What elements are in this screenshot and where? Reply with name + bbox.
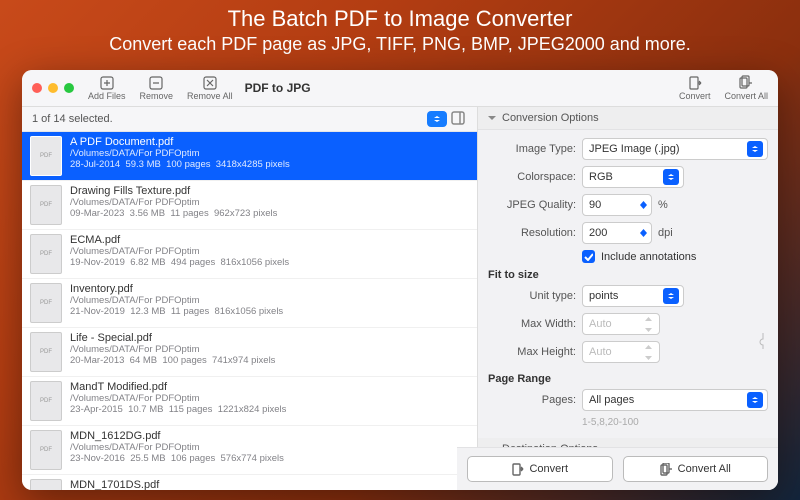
file-name: MDN_1701DS.pdf: [70, 479, 469, 490]
image-type-label: Image Type:: [488, 143, 576, 155]
convert-button[interactable]: Convert: [467, 456, 613, 482]
file-meta: 19-Nov-2019 6.82 MB 494 pages 816x1056 p…: [70, 257, 469, 268]
add-files-button[interactable]: Add Files: [88, 75, 126, 101]
file-row[interactable]: PDF Drawing Fills Texture.pdf /Volumes/D…: [22, 181, 477, 230]
file-meta: 21-Nov-2019 12.3 MB 11 pages 816x1056 pi…: [70, 306, 469, 317]
file-row[interactable]: PDF MDN_1701DS.pdf /Volumes/DATA/For PDF…: [22, 475, 477, 490]
expand-icon: [451, 111, 465, 125]
jpeg-quality-unit: %: [658, 199, 668, 211]
close-icon[interactable]: [32, 83, 42, 93]
file-row[interactable]: PDF Inventory.pdf /Volumes/DATA/For PDFO…: [22, 279, 477, 328]
pages-select[interactable]: All pages: [582, 389, 768, 411]
chevron-down-icon: [488, 114, 496, 122]
unit-type-label: Unit type:: [488, 290, 576, 302]
minus-square-icon: [148, 75, 164, 91]
file-row[interactable]: PDF Life - Special.pdf /Volumes/DATA/For…: [22, 328, 477, 377]
file-row[interactable]: PDF ECMA.pdf /Volumes/DATA/For PDFOptim …: [22, 230, 477, 279]
export-doc-icon: [511, 463, 524, 476]
max-width-label: Max Width:: [488, 318, 576, 330]
file-path: /Volumes/DATA/For PDFOptim: [70, 344, 469, 355]
file-thumb-icon: PDF: [30, 332, 62, 372]
max-width-input[interactable]: Auto: [582, 313, 660, 335]
hero-subtitle: Convert each PDF page as JPG, TIFF, PNG,…: [0, 34, 800, 55]
file-name: ECMA.pdf: [70, 234, 469, 246]
file-row[interactable]: PDF MDN_1612DG.pdf /Volumes/DATA/For PDF…: [22, 426, 477, 475]
include-annotations-checkbox[interactable]: [582, 250, 595, 263]
max-height-input[interactable]: Auto: [582, 341, 660, 363]
resolution-stepper[interactable]: 200: [582, 222, 652, 244]
app-window: Add Files Remove Remove All PDF to JPG C…: [22, 70, 778, 490]
file-name: Life - Special.pdf: [70, 332, 469, 344]
fit-to-size-header: Fit to size: [488, 269, 768, 281]
zoom-icon[interactable]: [64, 83, 74, 93]
file-path: /Volumes/DATA/For PDFOptim: [70, 246, 469, 257]
file-row[interactable]: PDF A PDF Document.pdf /Volumes/DATA/For…: [22, 132, 477, 181]
file-thumb-icon: PDF: [30, 234, 62, 274]
file-thumb-icon: PDF: [30, 479, 62, 490]
export-docs-icon: [660, 463, 673, 476]
jpeg-quality-stepper[interactable]: 90: [582, 194, 652, 216]
file-path: /Volumes/DATA/For PDFOptim: [70, 148, 469, 159]
convert-all-button[interactable]: Convert All: [623, 456, 769, 482]
hero-title: The Batch PDF to Image Converter: [0, 0, 800, 32]
file-path: /Volumes/DATA/For PDFOptim: [70, 393, 469, 404]
export-docs-icon: [738, 75, 754, 91]
link-dimensions-icon[interactable]: [758, 330, 768, 352]
include-annotations-label: Include annotations: [601, 251, 696, 263]
file-thumb-icon: PDF: [30, 136, 62, 176]
expand-panel-button[interactable]: [451, 111, 467, 127]
conversion-options-header[interactable]: Conversion Options: [478, 107, 778, 130]
file-thumb-icon: PDF: [30, 381, 62, 421]
remove-all-button[interactable]: Remove All: [187, 75, 233, 101]
file-path: /Volumes/DATA/For PDFOptim: [70, 442, 469, 453]
chevron-updown-icon: [667, 292, 675, 300]
filter-toggle-button[interactable]: [427, 111, 447, 127]
file-list[interactable]: PDF A PDF Document.pdf /Volumes/DATA/For…: [22, 132, 477, 490]
check-icon: [584, 252, 593, 261]
pages-label: Pages:: [488, 394, 576, 406]
image-type-select[interactable]: JPEG Image (.jpg): [582, 138, 768, 160]
chevron-updown-icon: [667, 173, 675, 181]
remove-button[interactable]: Remove: [140, 75, 174, 101]
window-title: PDF to JPG: [245, 81, 311, 95]
file-name: Inventory.pdf: [70, 283, 469, 295]
resolution-unit: dpi: [658, 227, 673, 239]
page-range-hint: 1-5,8,20-100: [582, 417, 768, 428]
file-meta: 09-Mar-2023 3.56 MB 11 pages 962x723 pix…: [70, 208, 469, 219]
file-path: /Volumes/DATA/For PDFOptim: [70, 295, 469, 306]
file-thumb-icon: PDF: [30, 185, 62, 225]
file-name: A PDF Document.pdf: [70, 136, 469, 148]
file-name: MandT Modified.pdf: [70, 381, 469, 393]
resolution-label: Resolution:: [488, 227, 576, 239]
export-doc-icon: [687, 75, 703, 91]
file-meta: 23-Apr-2015 10.7 MB 115 pages 1221x824 p…: [70, 404, 469, 415]
file-meta: 20-Mar-2013 64 MB 100 pages 741x974 pixe…: [70, 355, 469, 366]
convert-toolbar-button[interactable]: Convert: [679, 75, 711, 101]
file-row[interactable]: PDF MandT Modified.pdf /Volumes/DATA/For…: [22, 377, 477, 426]
unit-type-select[interactable]: points: [582, 285, 684, 307]
file-name: Drawing Fills Texture.pdf: [70, 185, 469, 197]
colorspace-label: Colorspace:: [488, 171, 576, 183]
selection-count: 1 of 14 selected.: [32, 113, 113, 125]
colorspace-select[interactable]: RGB: [582, 166, 684, 188]
file-path: /Volumes/DATA/For PDFOptim: [70, 197, 469, 208]
jpeg-quality-label: JPEG Quality:: [488, 199, 576, 211]
chevron-updown-icon: [751, 396, 759, 404]
file-meta: 23-Nov-2016 25.5 MB 106 pages 576x774 pi…: [70, 453, 469, 464]
file-meta: 28-Jul-2014 59.3 MB 100 pages 3418x4285 …: [70, 159, 469, 170]
page-range-header: Page Range: [488, 373, 768, 385]
x-square-icon: [202, 75, 218, 91]
file-thumb-icon: PDF: [30, 430, 62, 470]
max-height-label: Max Height:: [488, 346, 576, 358]
file-thumb-icon: PDF: [30, 283, 62, 323]
chevron-updown-icon: [751, 145, 759, 153]
chevron-updown-icon: [433, 115, 441, 123]
convert-all-toolbar-button[interactable]: Convert All: [724, 75, 768, 101]
minimize-icon[interactable]: [48, 83, 58, 93]
plus-square-icon: [99, 75, 115, 91]
titlebar: Add Files Remove Remove All PDF to JPG C…: [22, 70, 778, 107]
file-name: MDN_1612DG.pdf: [70, 430, 469, 442]
